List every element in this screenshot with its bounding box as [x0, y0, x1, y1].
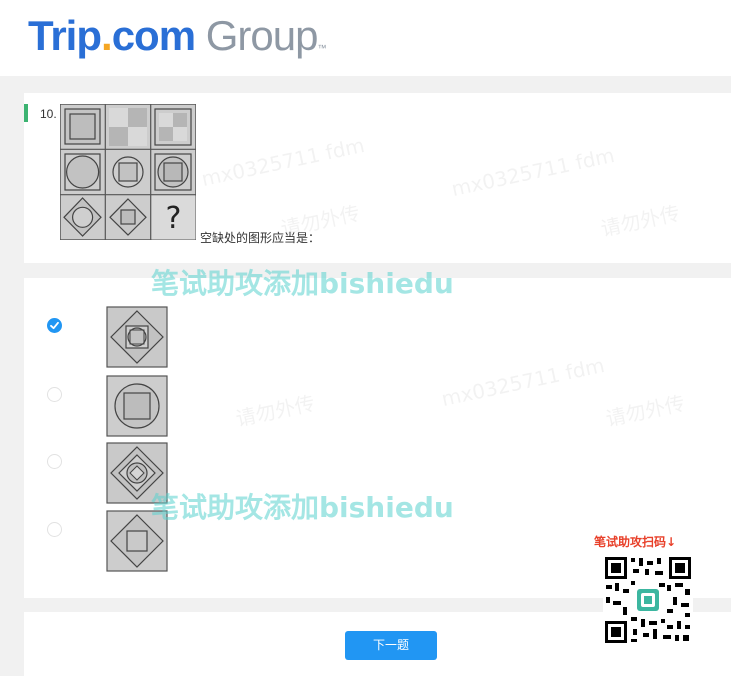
puzzle-cell-1-3 [154, 108, 192, 146]
question-mark: ? [166, 201, 182, 236]
question-number: 10. [40, 107, 57, 121]
check-icon [50, 321, 59, 330]
option-a-radio[interactable] [47, 318, 62, 333]
puzzle-cell-3-3-missing: ? [151, 195, 196, 240]
next-question-button[interactable]: 下一题 [345, 631, 437, 660]
header: Trip.com Group™ [0, 0, 731, 76]
puzzle-cell-2-2 [112, 156, 144, 188]
option-b-image[interactable] [106, 375, 168, 437]
trip-com-group-logo: Trip.com Group™ [28, 6, 326, 66]
logo-trademark: ™ [317, 43, 326, 53]
puzzle-cell-1-1 [64, 108, 101, 145]
logo-group: Group [195, 12, 319, 59]
puzzle-grid: ? [60, 104, 196, 240]
qr-code-image [603, 555, 693, 645]
logo-trip: Trip [28, 12, 102, 59]
logo-com: com [111, 12, 196, 59]
watermark-overlay-2: 笔试助攻添加bishiedu [151, 491, 454, 524]
option-d-radio[interactable] [47, 522, 62, 537]
puzzle-cell-1-2 [109, 108, 147, 146]
option-c-radio[interactable] [47, 454, 62, 469]
watermark-overlay-1: 笔试助攻添加bishiedu [151, 267, 454, 300]
option-b-radio[interactable] [47, 387, 62, 402]
options-card [24, 278, 731, 598]
question-marker [24, 104, 28, 122]
logo-dot: . [101, 12, 113, 59]
option-a-image[interactable] [106, 306, 168, 368]
qr-label: 笔试助攻扫码↓ [594, 535, 677, 549]
